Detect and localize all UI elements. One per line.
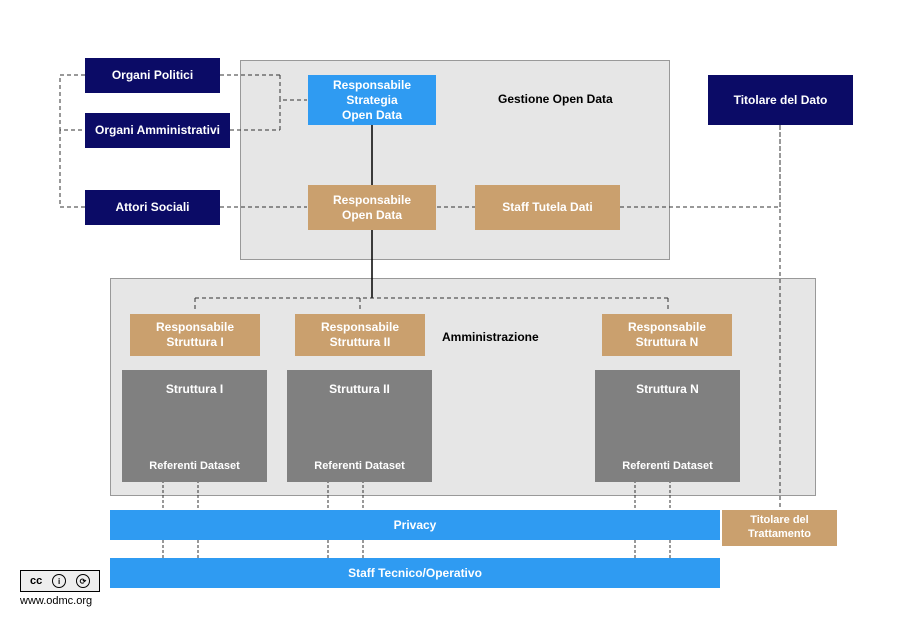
- cc-by-icon: i: [52, 574, 66, 588]
- box-organi-amministrativi: Organi Amministrativi: [85, 113, 230, 148]
- box-resp-struttura-n: Responsabile Struttura N: [602, 314, 732, 356]
- diagram-canvas: Gestione Open Data Amministrazione: [0, 0, 908, 642]
- box-resp-strategia: Responsabile Strategia Open Data: [308, 75, 436, 125]
- box-attori-sociali: Attori Sociali: [85, 190, 220, 225]
- box-titolare-del-dato: Titolare del Dato: [708, 75, 853, 125]
- box-struttura-2: Struttura II Referenti Dataset: [287, 370, 432, 482]
- box-struttura-1: Struttura I Referenti Dataset: [122, 370, 267, 482]
- box-resp-open-data: Responsabile Open Data: [308, 185, 436, 230]
- bar-staff-tecnico: Staff Tecnico/Operativo: [110, 558, 720, 588]
- label-referenti-n: Referenti Dataset: [595, 460, 740, 472]
- cc-text: cc: [30, 575, 42, 587]
- bar-privacy: Privacy: [110, 510, 720, 540]
- label-struttura-1: Struttura I: [122, 382, 267, 396]
- box-titolare-trattamento: Titolare del Trattamento: [722, 510, 837, 546]
- box-staff-tutela-dati: Staff Tutela Dati: [475, 185, 620, 230]
- box-struttura-n: Struttura N Referenti Dataset: [595, 370, 740, 482]
- label-referenti-1: Referenti Dataset: [122, 460, 267, 472]
- box-organi-politici: Organi Politici: [85, 58, 220, 93]
- label-referenti-2: Referenti Dataset: [287, 460, 432, 472]
- cc-sa-icon: ⟳: [76, 574, 90, 588]
- cc-badge: cc i ⟳: [20, 570, 100, 592]
- label-struttura-n: Struttura N: [595, 382, 740, 396]
- box-resp-struttura-2: Responsabile Struttura II: [295, 314, 425, 356]
- label-struttura-2: Struttura II: [287, 382, 432, 396]
- footer-url: www.odmc.org: [20, 595, 92, 607]
- box-resp-struttura-1: Responsabile Struttura I: [130, 314, 260, 356]
